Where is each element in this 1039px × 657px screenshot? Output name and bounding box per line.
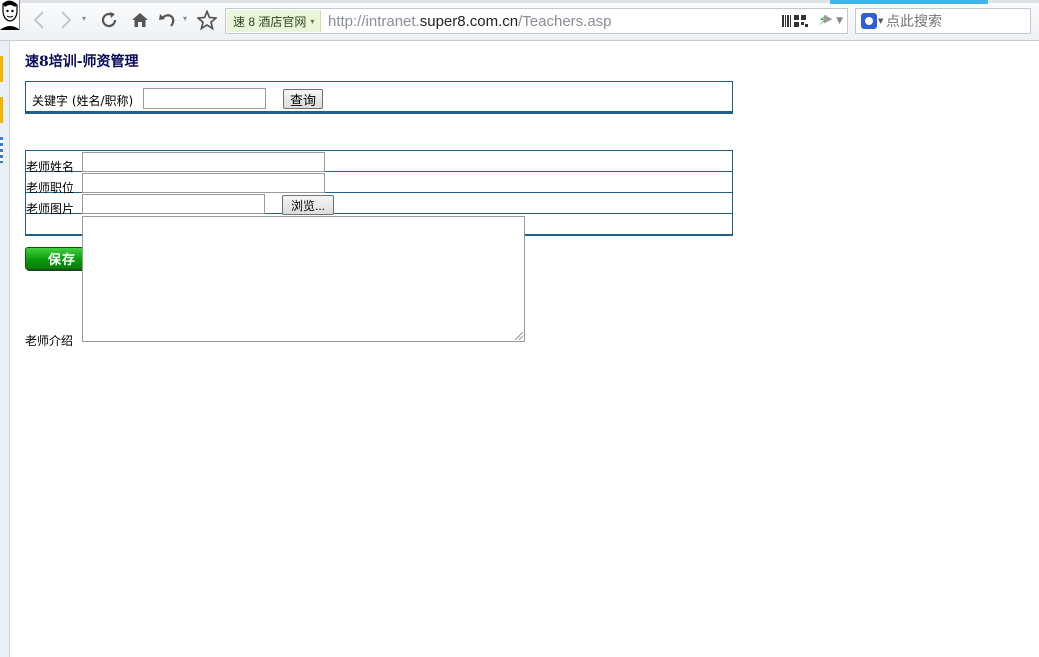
url-text[interactable]: http://intranet.super8.com.cn/Teachers.a… <box>328 13 612 30</box>
favorite-star-icon[interactable] <box>196 9 218 31</box>
search-panel: 关键字 (姓名/职称) 查询 <box>25 81 733 114</box>
search-input[interactable] <box>886 11 1026 31</box>
browse-button[interactable]: 浏览... <box>282 195 334 215</box>
side-panel-strip <box>0 41 10 657</box>
position-label: 老师职位 <box>26 181 75 195</box>
url-path: /Teachers.asp <box>518 13 612 30</box>
go-icon[interactable]: ▶ <box>824 12 832 25</box>
forward-icon[interactable] <box>55 9 77 31</box>
search-engine-icon[interactable] <box>861 13 877 29</box>
keyword-input[interactable] <box>143 88 266 109</box>
undo-icon[interactable] <box>156 9 178 31</box>
chevron-down-icon: ▾ <box>310 16 315 26</box>
user-avatar-icon[interactable] <box>0 0 20 30</box>
address-bar[interactable]: 速 8 酒店官网 ▾ http://intranet.super8.com.cn… <box>225 8 848 34</box>
back-icon[interactable] <box>28 9 50 31</box>
name-label: 老师姓名 <box>26 160 75 174</box>
url-host: super8.com.cn <box>419 13 519 30</box>
history-dropdown-icon[interactable]: ▾ <box>82 14 90 24</box>
site-badge-label: 速 8 酒店官网 <box>233 14 307 29</box>
address-bar-icons: ⚡ ▼ <box>782 12 843 30</box>
url-prefix: http://intranet. <box>328 13 420 30</box>
side-marker[interactable] <box>0 97 3 123</box>
qr-code-icon[interactable] <box>782 15 810 27</box>
browser-toolbar: ▾ ▾ 速 8 酒店官网 ▾ http://intranet.super8.co… <box>0 0 1039 41</box>
search-box[interactable]: ▼ <box>855 8 1031 34</box>
intro-label: 老师介绍 <box>25 334 74 348</box>
name-field[interactable] <box>82 152 325 172</box>
position-field[interactable] <box>82 173 325 193</box>
query-button[interactable]: 查询 <box>283 89 323 109</box>
active-tab-indicator[interactable] <box>830 0 988 4</box>
undo-dropdown-icon[interactable]: ▾ <box>183 14 191 24</box>
chevron-down-icon[interactable]: ▼ <box>836 16 843 26</box>
home-icon[interactable] <box>129 9 151 31</box>
page-title: 速8培训-师资管理 <box>25 54 139 70</box>
intro-textarea[interactable] <box>82 216 525 342</box>
side-marker[interactable] <box>0 137 3 163</box>
photo-label: 老师图片 <box>26 202 75 216</box>
refresh-icon[interactable] <box>98 9 120 31</box>
side-marker[interactable] <box>0 56 3 82</box>
chevron-down-icon[interactable]: ▼ <box>878 17 883 25</box>
site-badge[interactable]: 速 8 酒店官网 ▾ <box>227 10 322 32</box>
photo-path-field[interactable] <box>82 194 265 214</box>
keyword-label: 关键字 (姓名/职称) <box>32 94 134 108</box>
resize-grip-icon[interactable] <box>515 332 523 340</box>
